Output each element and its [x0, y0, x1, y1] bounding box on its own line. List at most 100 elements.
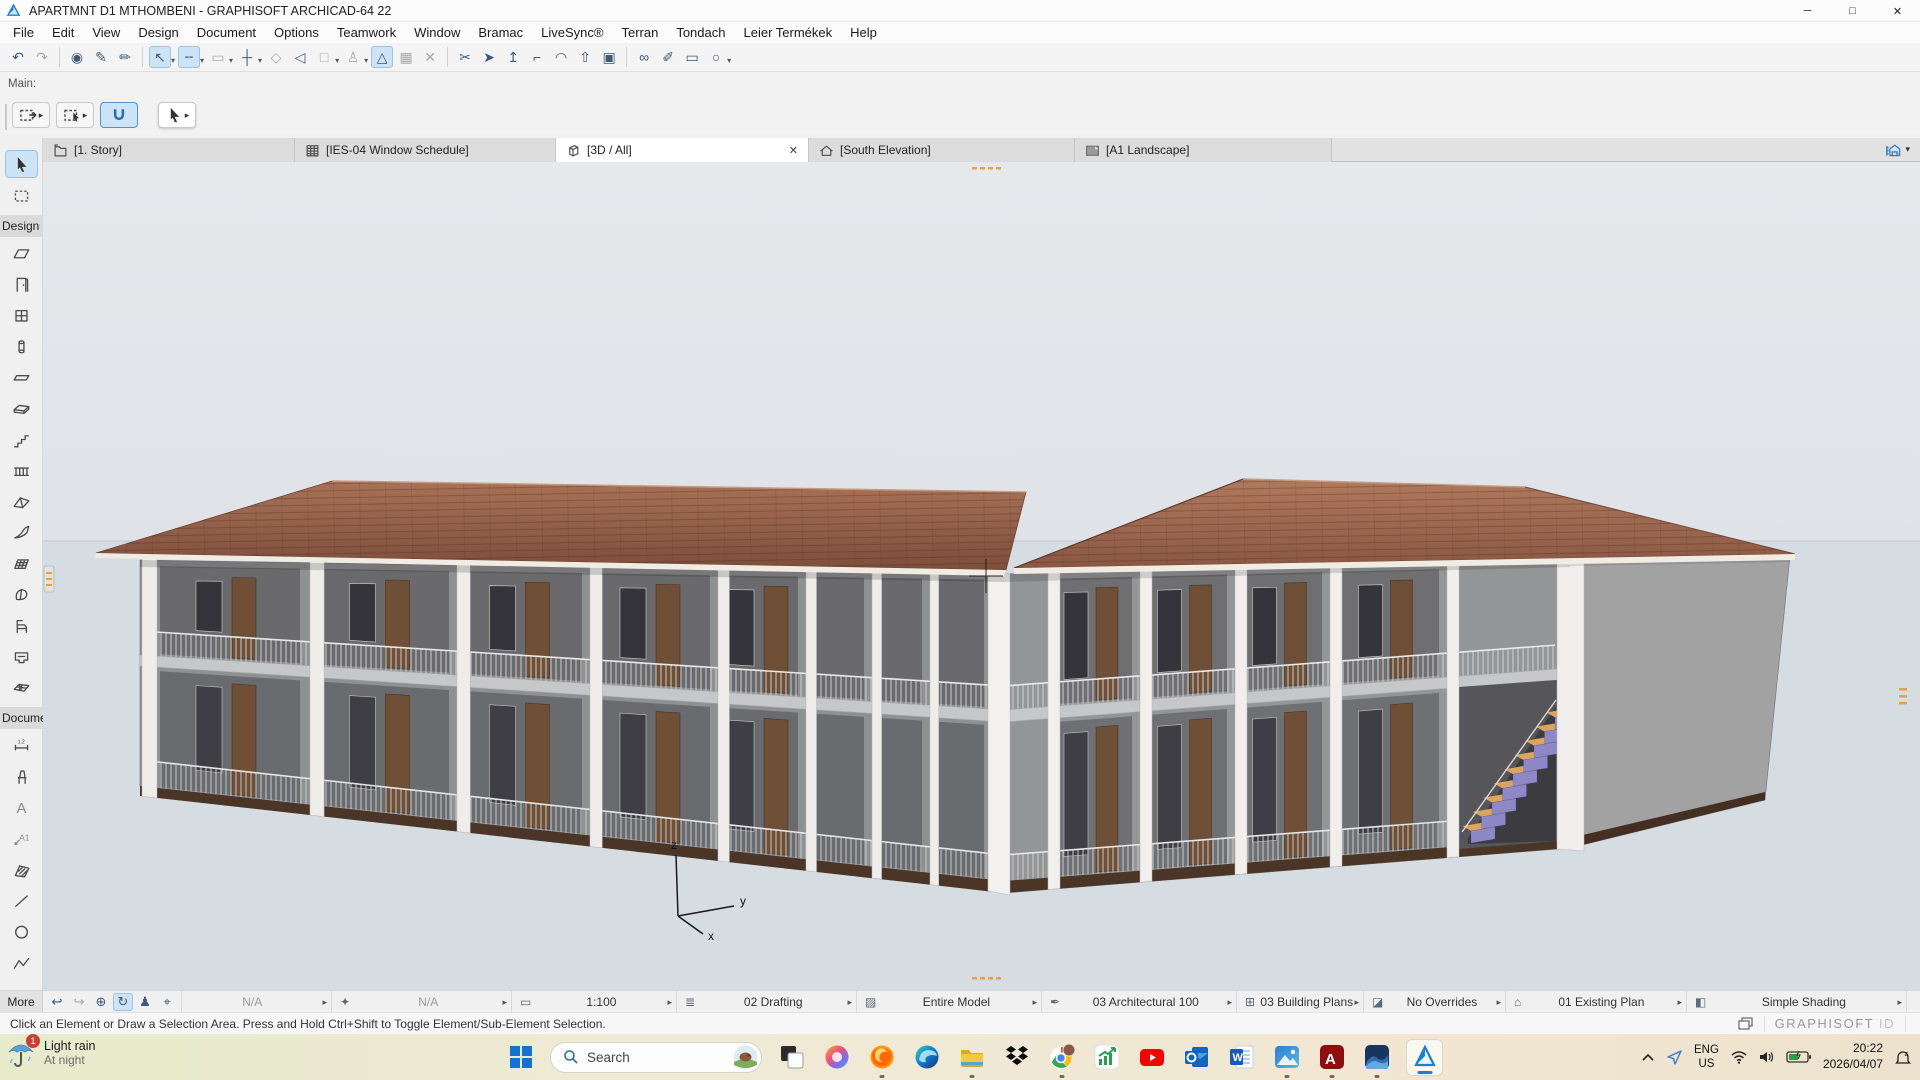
- dropbox-app-icon[interactable]: [1001, 1042, 1032, 1073]
- toolbox-column-tool[interactable]: [5, 332, 38, 360]
- explode-icon[interactable]: ✕: [419, 46, 441, 68]
- marquee-multi-button[interactable]: ▸: [12, 102, 50, 128]
- dropdown-caret-icon[interactable]: ▾: [229, 56, 233, 65]
- arrow-button[interactable]: ▸: [158, 102, 196, 128]
- toolbox-wall-tool[interactable]: [5, 239, 38, 267]
- menu-edit[interactable]: Edit: [43, 23, 83, 42]
- location-icon[interactable]: [1666, 1049, 1683, 1065]
- segment-chevron-icon[interactable]: ▸: [322, 997, 327, 1008]
- acrobat-app-icon[interactable]: A: [1316, 1042, 1347, 1073]
- segment-chevron-icon[interactable]: ▸: [1032, 997, 1037, 1008]
- toolbox-slab-tool[interactable]: [5, 394, 38, 422]
- tab-navigator-button[interactable]: ▾: [1875, 138, 1920, 161]
- toolbox-object-tool[interactable]: [5, 611, 38, 639]
- fit-in-window-icon[interactable]: ⌖: [157, 993, 177, 1011]
- copilot-app-icon[interactable]: [821, 1042, 852, 1073]
- link-icon[interactable]: ∞: [633, 46, 655, 68]
- guide-lines-icon[interactable]: ╌: [178, 46, 200, 68]
- toolbox-mesh-tool[interactable]: [5, 673, 38, 701]
- toolbox-railing-tool[interactable]: [5, 456, 38, 484]
- archicad-app-icon[interactable]: [1406, 1039, 1443, 1076]
- dropdown-caret-icon[interactable]: ▾: [171, 56, 175, 65]
- walk-icon[interactable]: ♟: [135, 993, 155, 1011]
- weather-widget[interactable]: 1 Light rain At night: [6, 1037, 95, 1069]
- chrome-app-icon[interactable]: [1046, 1042, 1077, 1073]
- align-elements-icon[interactable]: ▦: [395, 46, 417, 68]
- toolbox-stair-tool[interactable]: [5, 425, 38, 453]
- menu-design[interactable]: Design: [129, 23, 187, 42]
- search-bar[interactable]: Search: [550, 1042, 762, 1073]
- toolbox-line-tool[interactable]: [5, 886, 38, 914]
- graphisoft-id-label[interactable]: GRAPHISOFT ID: [1775, 1016, 1895, 1031]
- snap-grid-icon[interactable]: ┼: [236, 46, 258, 68]
- find-select-icon[interactable]: ◉: [66, 46, 88, 68]
- toolbox-beam-tool[interactable]: [5, 363, 38, 391]
- toolbox-fill-tool[interactable]: [5, 855, 38, 883]
- orientation-value[interactable]: ✦N/A▸: [332, 991, 512, 1013]
- wifi-icon[interactable]: [1730, 1050, 1748, 1064]
- menu-tondach[interactable]: Tondach: [667, 23, 734, 42]
- dropdown-caret-icon[interactable]: ▾: [335, 56, 339, 65]
- outlook-app-icon[interactable]: [1181, 1042, 1212, 1073]
- magnet-button[interactable]: [100, 102, 138, 128]
- intersect-icon[interactable]: ⌐: [526, 46, 548, 68]
- tab-a1-landscape[interactable]: [A1 Landscape]: [1075, 138, 1332, 162]
- partial-structure[interactable]: ▨Entire Model▸: [857, 991, 1042, 1013]
- battery-charging-icon[interactable]: [1786, 1050, 1812, 1064]
- segment-chevron-icon[interactable]: ▸: [502, 997, 507, 1008]
- tab-south-elevation[interactable]: [South Elevation]: [809, 138, 1075, 162]
- maximize-button[interactable]: □: [1830, 0, 1875, 22]
- toolbox-section-docume[interactable]: Docume: [0, 707, 43, 729]
- marquee-single-button[interactable]: ▸: [56, 102, 94, 128]
- stocks-app-icon[interactable]: [1091, 1042, 1122, 1073]
- segment-chevron-icon[interactable]: ▸: [1677, 997, 1682, 1008]
- orbit-icon[interactable]: ↻: [113, 993, 133, 1011]
- menu-file[interactable]: File: [4, 23, 43, 42]
- menu-window[interactable]: Window: [405, 23, 469, 42]
- toolbox-polyline-tool[interactable]: [5, 948, 38, 976]
- toolbox-circle-tool[interactable]: [5, 917, 38, 945]
- menu-options[interactable]: Options: [265, 23, 328, 42]
- zoom-value[interactable]: N/A▸: [182, 991, 332, 1013]
- task-view-app-icon[interactable]: [776, 1042, 807, 1073]
- toolbox-section-design[interactable]: Design: [0, 215, 43, 237]
- arrow-tool-icon[interactable]: ↖: [149, 46, 171, 68]
- pen-set[interactable]: ✒03 Architectural 100▸: [1042, 991, 1237, 1013]
- redo-icon[interactable]: ↷: [31, 46, 53, 68]
- dropdown-caret-icon[interactable]: ▾: [727, 56, 731, 65]
- segment-chevron-icon[interactable]: ▸: [667, 997, 672, 1008]
- suspend-groups-icon[interactable]: ♙: [342, 46, 364, 68]
- trim-icon[interactable]: ✂: [454, 46, 476, 68]
- clock[interactable]: 20:222026/04/07: [1823, 1041, 1883, 1072]
- element-snap-icon[interactable]: □: [313, 46, 335, 68]
- inject-parameters-icon[interactable]: ✏: [114, 46, 136, 68]
- word-app-icon[interactable]: W: [1226, 1042, 1257, 1073]
- language-indicator[interactable]: ENGUS: [1694, 1043, 1719, 1072]
- volume-icon[interactable]: [1759, 1050, 1775, 1064]
- dropdown-caret-icon[interactable]: ▾: [258, 56, 262, 65]
- photos-app-icon[interactable]: [1271, 1042, 1302, 1073]
- toolbar-drag-handle[interactable]: [5, 104, 7, 130]
- firefox-app-icon[interactable]: [866, 1042, 897, 1073]
- tab-close-icon[interactable]: ✕: [779, 144, 798, 157]
- capsule-icon[interactable]: ▭: [681, 46, 703, 68]
- cascade-windows-icon[interactable]: [1738, 1017, 1754, 1031]
- adjust-icon[interactable]: ↥: [502, 46, 524, 68]
- toolbox-morph-tool[interactable]: [5, 580, 38, 608]
- menu-bramac[interactable]: Bramac: [469, 23, 532, 42]
- coordinates-icon[interactable]: ▭: [207, 46, 229, 68]
- toolbox-roof-tool[interactable]: [5, 487, 38, 515]
- zoom-in-icon[interactable]: ⊕: [91, 993, 111, 1011]
- polygon-edit-icon[interactable]: △: [371, 46, 393, 68]
- modify-icon[interactable]: ▣: [598, 46, 620, 68]
- graphic-overrides[interactable]: ◪No Overrides▸: [1364, 991, 1506, 1013]
- toolbox-text-tool[interactable]: A: [5, 793, 38, 821]
- dropdown-caret-icon[interactable]: ▾: [200, 56, 204, 65]
- menu-livesync-[interactable]: LiveSync®: [532, 23, 612, 42]
- tab-1-story[interactable]: [1. Story]: [43, 138, 295, 162]
- minimize-button[interactable]: ─: [1785, 0, 1830, 22]
- search-highlight-image[interactable]: [733, 1045, 758, 1070]
- resize-icon[interactable]: ⇧: [574, 46, 596, 68]
- close-button[interactable]: ✕: [1875, 0, 1920, 22]
- toolbox-zone-tool[interactable]: [5, 642, 38, 670]
